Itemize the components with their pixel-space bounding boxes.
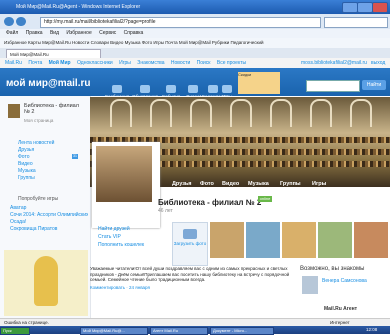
topbar-link[interactable]: Знакомства <box>137 60 164 66</box>
suggested-avatar[interactable] <box>302 276 318 294</box>
menu-help[interactable]: Справка <box>124 30 144 36</box>
menu-file[interactable]: Файл <box>6 30 18 36</box>
taskbar-clock: 12:08 <box>366 327 378 332</box>
camera-icon <box>183 229 197 239</box>
back-icon[interactable] <box>4 17 14 26</box>
bunny-mascot-icon <box>34 256 58 306</box>
cover-arch <box>310 99 332 127</box>
topbar-link[interactable]: Почта <box>28 60 42 66</box>
status-text: Уважаемые читатели!От всей души поздравл… <box>90 266 290 282</box>
search-button[interactable]: Найти <box>362 80 386 90</box>
sidebar-avatar[interactable] <box>8 104 20 118</box>
cover-tab-groups[interactable]: Группы <box>280 181 301 187</box>
cover-tab-music[interactable]: Музыка <box>248 181 269 187</box>
sidebar-profile-name[interactable]: Библиотека - филиал № 2 <box>24 103 84 115</box>
side-ad-banner[interactable] <box>4 250 88 316</box>
envelope-icon <box>112 85 122 93</box>
updates-icon <box>140 85 150 93</box>
menu-view[interactable]: Вид <box>50 30 59 36</box>
topbar-link[interactable]: Все проекты <box>217 60 246 66</box>
profile-avatar[interactable] <box>96 146 152 202</box>
photo-thumb[interactable] <box>210 222 244 258</box>
menu-tools[interactable]: Сервис <box>99 30 116 36</box>
video-icon <box>188 85 198 93</box>
sidebar-item-video[interactable]: Видео <box>18 161 33 167</box>
forward-icon[interactable] <box>16 17 26 26</box>
profile-name: Библиотека - филиал № 2 <box>158 198 262 207</box>
suggestions-panel: Возможно, вы знакомы Венера Самсонова Ma… <box>300 266 390 322</box>
window-title: Мой Мир@Mail.Ru@Agent - Windows Internet… <box>16 4 141 10</box>
sidebar-item-groups[interactable]: Группы <box>18 175 35 181</box>
bell-icon <box>208 85 218 93</box>
suggestions-title: Возможно, вы знакомы <box>300 266 365 272</box>
maximize-button[interactable] <box>357 2 373 13</box>
cover-tab-games[interactable]: Игры <box>312 181 326 187</box>
status-error[interactable]: Ошибка на странице. <box>4 320 49 325</box>
sidebar-profile-sub[interactable]: Моя страница <box>24 118 53 123</box>
photo-thumb[interactable] <box>354 222 388 258</box>
agent-label[interactable]: Mail.Ru Агент <box>324 306 357 312</box>
app-item[interactable]: Аватар <box>10 205 26 211</box>
site-logo[interactable]: мой мир@mail.ru <box>6 78 91 89</box>
cover-arch <box>190 99 212 127</box>
suggested-person[interactable]: Венера Самсонова <box>322 278 382 284</box>
menu-favorites[interactable]: Избранное <box>66 30 91 36</box>
sidebar-item-feed[interactable]: Лента новостей <box>18 140 54 146</box>
url-field[interactable]: http://my.mail.ru/mail/bibliotekafilial2… <box>40 17 321 28</box>
find-friends-link[interactable]: Найти друзей <box>98 226 130 232</box>
ie-menu-bar: Файл Правка Вид Избранное Сервис Справка <box>0 29 390 38</box>
topbar-link[interactable]: Мой Мир <box>49 60 71 66</box>
calendar-icon <box>166 85 176 93</box>
profile-age: 46 лет <box>158 208 173 214</box>
cover-tab-friends[interactable]: Друзья <box>172 181 192 187</box>
online-badge: online <box>258 196 272 202</box>
apps-title: Попробуйте игры <box>18 196 59 202</box>
app-item[interactable]: Осада! <box>10 219 26 225</box>
topbar-link[interactable]: Игры <box>119 60 131 66</box>
site-search-input[interactable] <box>306 80 360 92</box>
photo-thumb[interactable] <box>318 222 352 258</box>
sidebar-item-photo[interactable]: Фото <box>18 154 30 160</box>
promo-banner[interactable]: Скидки <box>238 72 280 94</box>
games-icon <box>222 85 232 93</box>
minimize-button[interactable] <box>342 2 358 13</box>
status-post: Уважаемые читатели!От всей души поздравл… <box>90 266 290 306</box>
exit-link[interactable]: выход <box>371 58 385 68</box>
vip-link[interactable]: Стать VIP <box>98 234 121 240</box>
photo-thumb[interactable] <box>246 222 280 258</box>
window-titlebar: Мой Мир@Mail.Ru@Agent - Windows Internet… <box>0 0 390 14</box>
tab-strip: Мой Мир@Mail.Ru <box>0 48 390 59</box>
cover-arch <box>110 99 132 127</box>
address-bar: http://my.mail.ru/mail/bibliotekafilial2… <box>0 14 390 30</box>
cover-tab-photo[interactable]: Фото <box>200 181 214 187</box>
windows-taskbar: Пуск Мой Мир@Mail.Ru@... Агент Mail.Ru Д… <box>0 326 390 335</box>
topbar-link[interactable]: Одноклассники <box>77 60 113 66</box>
sidebar-item-music[interactable]: Музыка <box>18 168 36 174</box>
cover-arch <box>230 99 252 127</box>
cover-tab-video[interactable]: Видео <box>222 181 239 187</box>
cover-arch <box>350 99 372 127</box>
topbar-link[interactable]: Новости <box>171 60 190 66</box>
app-item[interactable]: Сочи 2014: Ассорти Олимпийских <box>10 212 88 218</box>
photo-thumb[interactable] <box>282 222 316 258</box>
app-item[interactable]: Сокровища Пиратов <box>10 226 57 232</box>
sidebar-item-friends[interactable]: Друзья <box>18 147 34 153</box>
upload-photo-button[interactable]: Загрузить фото <box>172 222 208 266</box>
menu-edit[interactable]: Правка <box>26 30 43 36</box>
ie-search-box[interactable] <box>324 17 388 28</box>
cover-arch <box>270 99 292 127</box>
photo-count-badge: 31 <box>72 154 78 159</box>
close-button[interactable] <box>372 2 388 13</box>
topbar-link[interactable]: Поиск <box>197 60 211 66</box>
topbar-link[interactable]: Mail.Ru <box>5 60 22 66</box>
wallet-link[interactable]: Пополнить кошелек <box>98 242 144 248</box>
cover-arch <box>150 99 172 127</box>
status-actions[interactable]: Комментировать · 24 января <box>90 285 290 291</box>
user-email[interactable]: moss.bibliotekafilial2@mail.ru <box>301 58 367 68</box>
